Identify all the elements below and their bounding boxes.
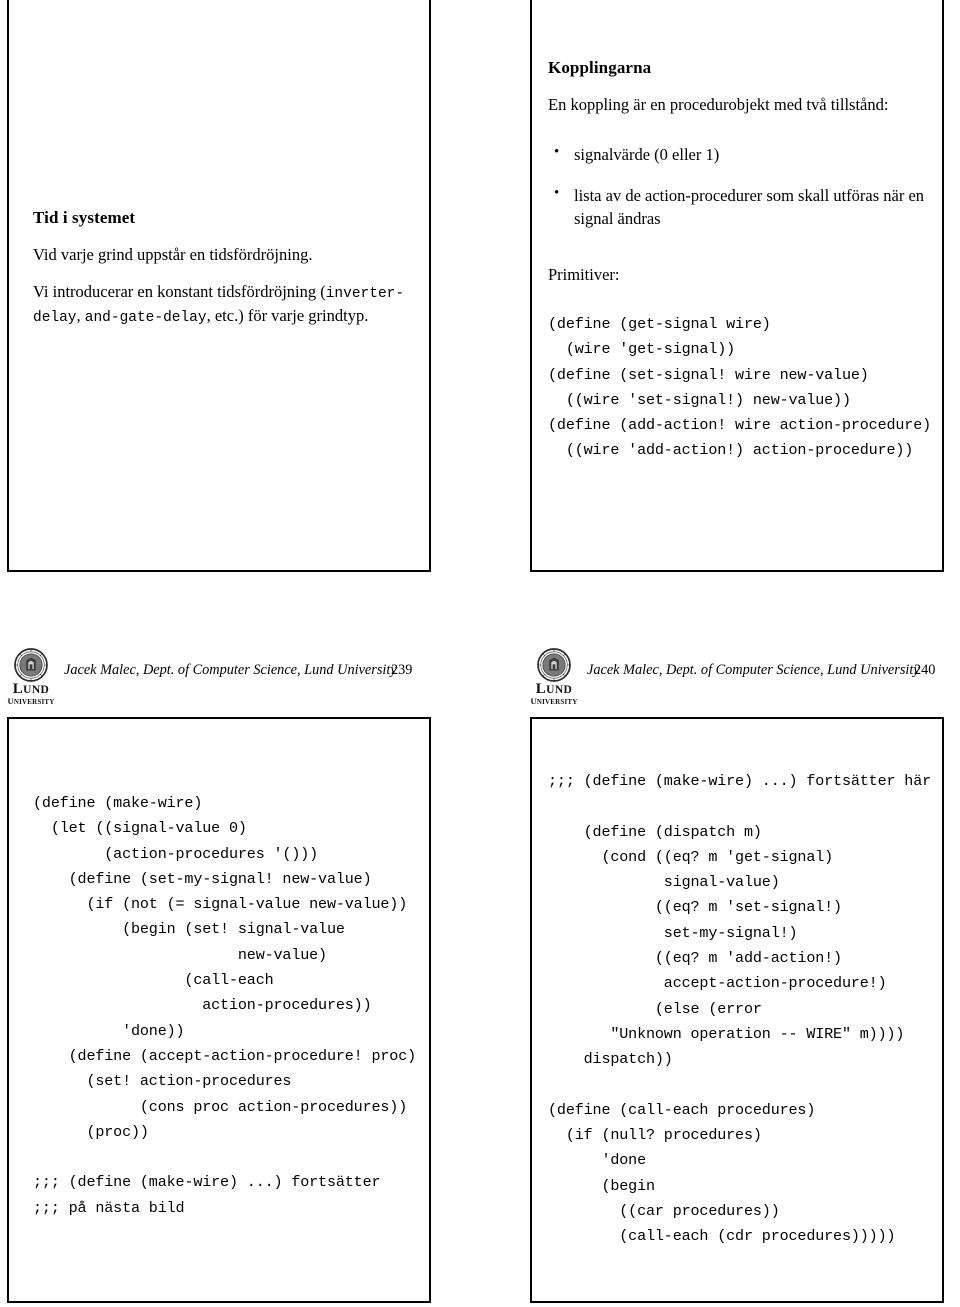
page-number: 239: [391, 662, 413, 678]
code-term-and-gate-delay: and-gate-delay: [84, 310, 207, 327]
logo-wordmark-university-text: UNIVERSITY: [7, 696, 55, 707]
page-number: 240: [914, 662, 936, 678]
lund-seal-icon: [14, 648, 48, 682]
list-item: signalvärde (0 eller 1): [548, 142, 928, 166]
slide-top-right: Kopplingarna En koppling är en proceduro…: [530, 0, 944, 572]
slide-bottom-left-content: (define (make-wire) (let ((signal-value …: [9, 719, 429, 1301]
footer-attribution: Jacek Malec, Dept. of Computer Science, …: [587, 662, 920, 678]
logo-wordmark-university: UNIVERSITY: [529, 697, 579, 707]
slide-top-left: Tid i systemet Vid varje grind uppstår e…: [7, 0, 431, 572]
footer-right: LUND UNIVERSITY Jacek Malec, Dept. of Co…: [529, 648, 944, 706]
paragraph-2-part-2: , etc.) för varje grindtyp.: [206, 306, 369, 326]
logo-wordmark-lund-text: LUND: [12, 681, 50, 697]
logo-wordmark-university: UNIVERSITY: [6, 697, 56, 707]
list-item: lista av de action-procedurer som skall …: [548, 183, 928, 231]
paragraph-1-text: Vid varje grind uppstår en tidsfördröjni…: [33, 245, 313, 265]
code-block-primitives: (define (get-signal wire) (wire 'get-sig…: [548, 315, 932, 460]
slide-top-right-content: Kopplingarna En koppling är en proceduro…: [532, 0, 942, 570]
paragraph-2: Vi introducerar en konstant tidsfördröjn…: [33, 280, 407, 329]
paragraph-2-part-1: Vi introducerar en konstant tidsfördröjn…: [33, 281, 326, 301]
lund-university-logo: LUND UNIVERSITY: [6, 648, 56, 707]
code-block-make-wire-part2: ;;; (define (make-wire) ...) fortsätter …: [548, 772, 932, 1246]
slide-title-tid-i-systemet: Tid i systemet Vid varje grind uppstår e…: [33, 206, 407, 329]
slide-heading: Kopplingarna: [548, 58, 652, 77]
slide-bottom-right: ;;; (define (make-wire) ...) fortsätter …: [530, 717, 944, 1303]
kopplingarna-block: Kopplingarna En koppling är en proceduro…: [548, 56, 928, 286]
paragraph-1: Vid varje grind uppstår en tidsfördröjni…: [33, 243, 407, 266]
slide-bottom-right-content: ;;; (define (make-wire) ...) fortsätter …: [532, 719, 942, 1301]
logo-wordmark-lund: LUND: [6, 681, 56, 697]
logo-wordmark-university-text: UNIVERSITY: [530, 696, 578, 707]
subheading-primitiver: Primitiver:: [548, 264, 620, 284]
bullet-list: signalvärde (0 eller 1) lista av de acti…: [548, 142, 928, 231]
lund-seal-icon: [537, 648, 571, 682]
slide-top-left-content: Tid i systemet Vid varje grind uppstår e…: [9, 0, 429, 570]
slide-heading: Tid i systemet: [33, 208, 136, 227]
logo-wordmark-lund: LUND: [529, 681, 579, 697]
paragraph-2-sep-1: ,: [76, 306, 85, 326]
footer-attribution: Jacek Malec, Dept. of Computer Science, …: [64, 662, 397, 678]
lund-university-logo: LUND UNIVERSITY: [529, 648, 579, 707]
intro-paragraph: En koppling är en procedurobjekt med två…: [548, 95, 889, 115]
footer-left: LUND UNIVERSITY Jacek Malec, Dept. of Co…: [6, 648, 431, 706]
slide-bottom-left: (define (make-wire) (let ((signal-value …: [7, 717, 431, 1303]
code-block-make-wire-part1: (define (make-wire) (let ((signal-value …: [33, 794, 417, 1217]
logo-wordmark-lund-text: LUND: [535, 681, 573, 697]
